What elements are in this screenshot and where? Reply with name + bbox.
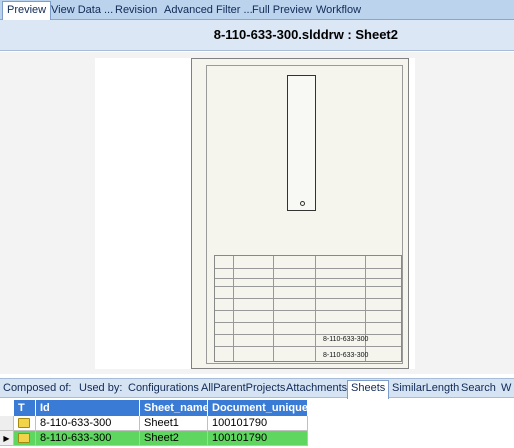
tab-attachments[interactable]: Attachments [286,382,347,394]
sheet-name-cell: Sheet2 [140,431,208,446]
part-outline [287,75,316,211]
column-header-document-unique[interactable]: Document_unique... [208,400,317,416]
tab-used-by[interactable]: Used by: [79,382,122,394]
title-block-doc-number: 8-110-633-300 [323,336,369,343]
tab-sheets[interactable]: Sheets [347,380,390,399]
title-band: 8-110-633-300.slddrw : Sheet2 [0,20,514,51]
top-tab-strip: Preview View Data ... Revision Advanced … [0,0,514,21]
tab-advanced-filter[interactable]: Advanced Filter ... [160,2,257,20]
document-unique-cell: 100101790 [208,431,308,446]
column-header-sheet-name[interactable]: Sheet_name [140,400,209,416]
folder-icon [18,418,30,428]
tab-workflow[interactable]: Workflow [312,2,365,20]
type-cell [14,416,36,431]
tab-view-data[interactable]: View Data ... [47,2,117,20]
sheet-name-cell: Sheet1 [140,416,208,431]
tab-full-preview[interactable]: Full Preview [248,2,316,20]
table-row[interactable]: 8-110-633-300 Sheet1 100101790 [0,416,308,431]
document-title: 8-110-633-300.slddrw : Sheet2 [213,27,398,42]
tab-similarlength[interactable]: SimilarLength [392,382,459,394]
title-block-doc-number-2: 8-110-633-300 [323,352,369,359]
tab-overflow[interactable]: W [501,382,511,394]
tab-preview[interactable]: Preview [2,1,52,21]
tab-configurations[interactable]: Configurations [128,382,199,394]
preview-canvas: 8-110-633-300 8-110-633-300 [95,58,415,369]
folder-icon [18,433,30,443]
tab-allparentprojects[interactable]: AllParentProjects [201,382,285,394]
id-cell: 8-110-633-300 [36,416,140,431]
table-row-selected[interactable]: 8-110-633-300 Sheet2 100101790 [0,431,308,446]
tab-search[interactable]: Search [461,382,496,394]
preview-area[interactable]: 8-110-633-300 8-110-633-300 [0,52,514,374]
part-hole [300,201,305,206]
sheets-grid: T Id Sheet_name Document_unique... 8-110… [0,400,514,448]
id-cell: 8-110-633-300 [36,431,140,446]
title-block: 8-110-633-300 8-110-633-300 [214,255,402,362]
tab-revision[interactable]: Revision [111,2,161,20]
bottom-tab-strip: Composed of: Used by: Configurations All… [0,378,514,399]
column-header-type[interactable]: T [14,400,36,416]
column-header-id[interactable]: Id [36,400,140,416]
type-cell [14,431,36,446]
tab-composed-of[interactable]: Composed of: [3,382,71,394]
document-unique-cell: 100101790 [208,416,308,431]
drawing-sheet: 8-110-633-300 8-110-633-300 [191,58,409,369]
